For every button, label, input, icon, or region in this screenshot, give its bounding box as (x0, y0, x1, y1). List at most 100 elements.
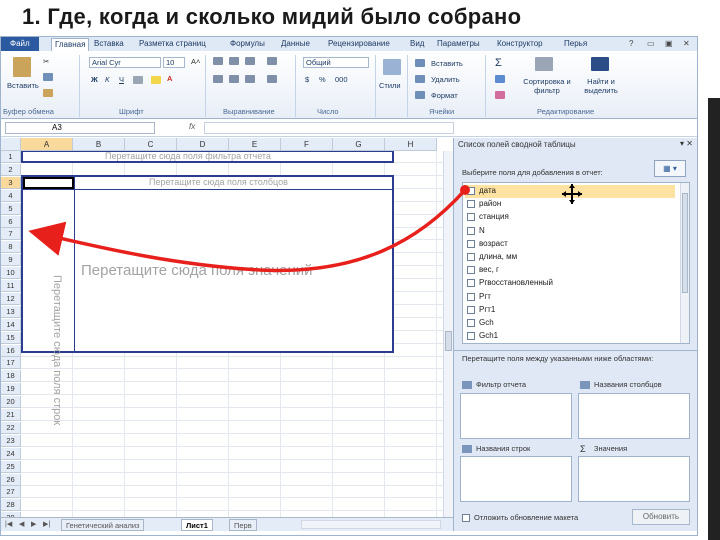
align-left-icon[interactable] (213, 75, 223, 83)
column-header[interactable]: H (385, 138, 437, 151)
scroll-thumb[interactable] (445, 331, 452, 351)
column-header[interactable]: C (125, 138, 177, 151)
field-checkbox[interactable] (467, 319, 475, 327)
field-checkbox[interactable] (467, 239, 475, 248)
function-icon[interactable]: fx (189, 122, 195, 131)
row-header[interactable]: 3 (1, 176, 21, 189)
copy-icon[interactable] (43, 73, 53, 81)
field-checkbox[interactable] (467, 266, 475, 275)
tab-pens[interactable]: Перья (564, 39, 587, 48)
close-icon[interactable]: ✕ (683, 39, 690, 48)
column-header[interactable]: F (281, 138, 333, 151)
field-item[interactable]: район (465, 198, 675, 211)
name-box[interactable]: A3 (5, 122, 155, 134)
percent-button[interactable]: % (319, 75, 326, 84)
borders-icon[interactable] (133, 76, 143, 84)
field-item[interactable]: Ргт (465, 291, 675, 304)
column-header[interactable]: A (21, 138, 73, 151)
active-cell[interactable] (23, 177, 74, 189)
field-item[interactable]: дата (465, 185, 675, 198)
align-top-icon[interactable] (213, 57, 223, 65)
row-header[interactable]: 15 (1, 331, 21, 344)
sheet-tab-perv[interactable]: Перв (229, 519, 257, 531)
field-checkbox[interactable] (467, 332, 475, 341)
merge-cells-icon[interactable] (267, 75, 277, 83)
field-item[interactable]: Gch1 (465, 330, 675, 343)
defer-update-checkbox[interactable] (462, 514, 470, 522)
column-header[interactable]: D (177, 138, 229, 151)
font-size-select[interactable]: 10 (163, 57, 185, 68)
row-header[interactable]: 16 (1, 344, 21, 357)
number-format-select[interactable]: Общий (303, 57, 369, 68)
currency-button[interactable]: $ (305, 75, 309, 84)
row-header[interactable]: 10 (1, 267, 21, 280)
row-header[interactable]: 28 (1, 499, 21, 512)
tab-page-layout[interactable]: Разметка страниц (139, 39, 206, 48)
bold-button[interactable]: Ж (91, 75, 98, 84)
format-cells-icon[interactable] (415, 91, 425, 99)
row-header[interactable]: 19 (1, 383, 21, 396)
tab-options[interactable]: Параметры (437, 39, 480, 48)
field-checkbox[interactable] (467, 187, 475, 195)
field-item[interactable]: N (465, 225, 675, 238)
sheet-tab-genetic[interactable]: Генетический анализ (61, 519, 145, 531)
format-cells-button[interactable]: Формат (431, 91, 458, 100)
sheet-tab-sheet1[interactable]: Лист1 (181, 519, 213, 531)
row-header[interactable]: 14 (1, 318, 21, 331)
tab-formulas[interactable]: Формулы (230, 39, 265, 48)
tab-file[interactable]: Файл (1, 37, 39, 51)
fill-color-icon[interactable] (151, 76, 161, 84)
field-checkbox[interactable] (467, 213, 475, 222)
find-select-button[interactable]: Найти и выделить (579, 77, 623, 95)
font-name-select[interactable]: Arial Cyr (89, 57, 161, 68)
row-header[interactable]: 13 (1, 305, 21, 318)
column-header[interactable]: B (73, 138, 125, 151)
row-header[interactable]: 21 (1, 409, 21, 421)
paste-button[interactable]: Вставить (7, 81, 39, 90)
tab-insert[interactable]: Вставка (94, 39, 124, 48)
filter-drop-area[interactable] (460, 393, 572, 439)
wrap-text-icon[interactable] (267, 57, 277, 65)
styles-button[interactable]: Стили (379, 81, 401, 90)
row-header[interactable]: 2 (1, 163, 21, 176)
row-header[interactable]: 17 (1, 357, 21, 370)
field-item[interactable]: Gch (465, 317, 675, 330)
values-drop-area[interactable] (578, 456, 690, 502)
prev-sheet-icon[interactable]: ◀ (19, 520, 24, 528)
underline-button[interactable]: Ч (119, 75, 124, 84)
field-item[interactable]: возраст (465, 238, 675, 251)
delete-cells-button[interactable]: Удалить (431, 75, 460, 84)
field-item[interactable]: Ргвосстановленный (465, 277, 675, 290)
row-header[interactable]: 8 (1, 241, 21, 254)
field-list-scrollbar[interactable] (680, 183, 689, 343)
row-header[interactable]: 22 (1, 421, 21, 434)
align-bottom-icon[interactable] (245, 57, 255, 65)
delete-cells-icon[interactable] (415, 75, 425, 83)
row-header[interactable]: 1 (1, 151, 21, 163)
column-header[interactable]: E (229, 138, 281, 151)
field-checkbox[interactable] (467, 305, 475, 314)
tab-home[interactable]: Главная (51, 38, 90, 51)
panel-close-icon[interactable]: ▾ ✕ (680, 139, 693, 148)
insert-cells-button[interactable]: Вставить (431, 59, 463, 68)
row-header[interactable]: 27 (1, 486, 21, 499)
field-item[interactable]: Ргт1 (465, 304, 675, 317)
binoculars-icon[interactable] (591, 57, 609, 71)
next-sheet-icon[interactable]: ▶ (31, 520, 36, 528)
fill-icon[interactable] (495, 75, 505, 83)
layout-options-button[interactable]: ▦ ▾ (654, 160, 686, 177)
row-header[interactable]: 23 (1, 434, 21, 447)
last-sheet-icon[interactable]: ▶| (43, 520, 50, 528)
clear-icon[interactable] (495, 91, 505, 99)
row-header[interactable]: 9 (1, 254, 21, 267)
row-header[interactable]: 6 (1, 215, 21, 228)
field-item[interactable]: вес, г (465, 264, 675, 277)
tab-view[interactable]: Вид (410, 39, 424, 48)
cut-icon[interactable]: ✂ (43, 57, 49, 66)
field-checkbox[interactable] (467, 253, 475, 261)
align-right-icon[interactable] (245, 75, 255, 83)
first-sheet-icon[interactable]: |◀ (5, 520, 12, 528)
comma-style-icon[interactable]: 000 (335, 75, 348, 84)
insert-cells-icon[interactable] (415, 59, 425, 67)
field-checkbox[interactable] (467, 200, 475, 209)
